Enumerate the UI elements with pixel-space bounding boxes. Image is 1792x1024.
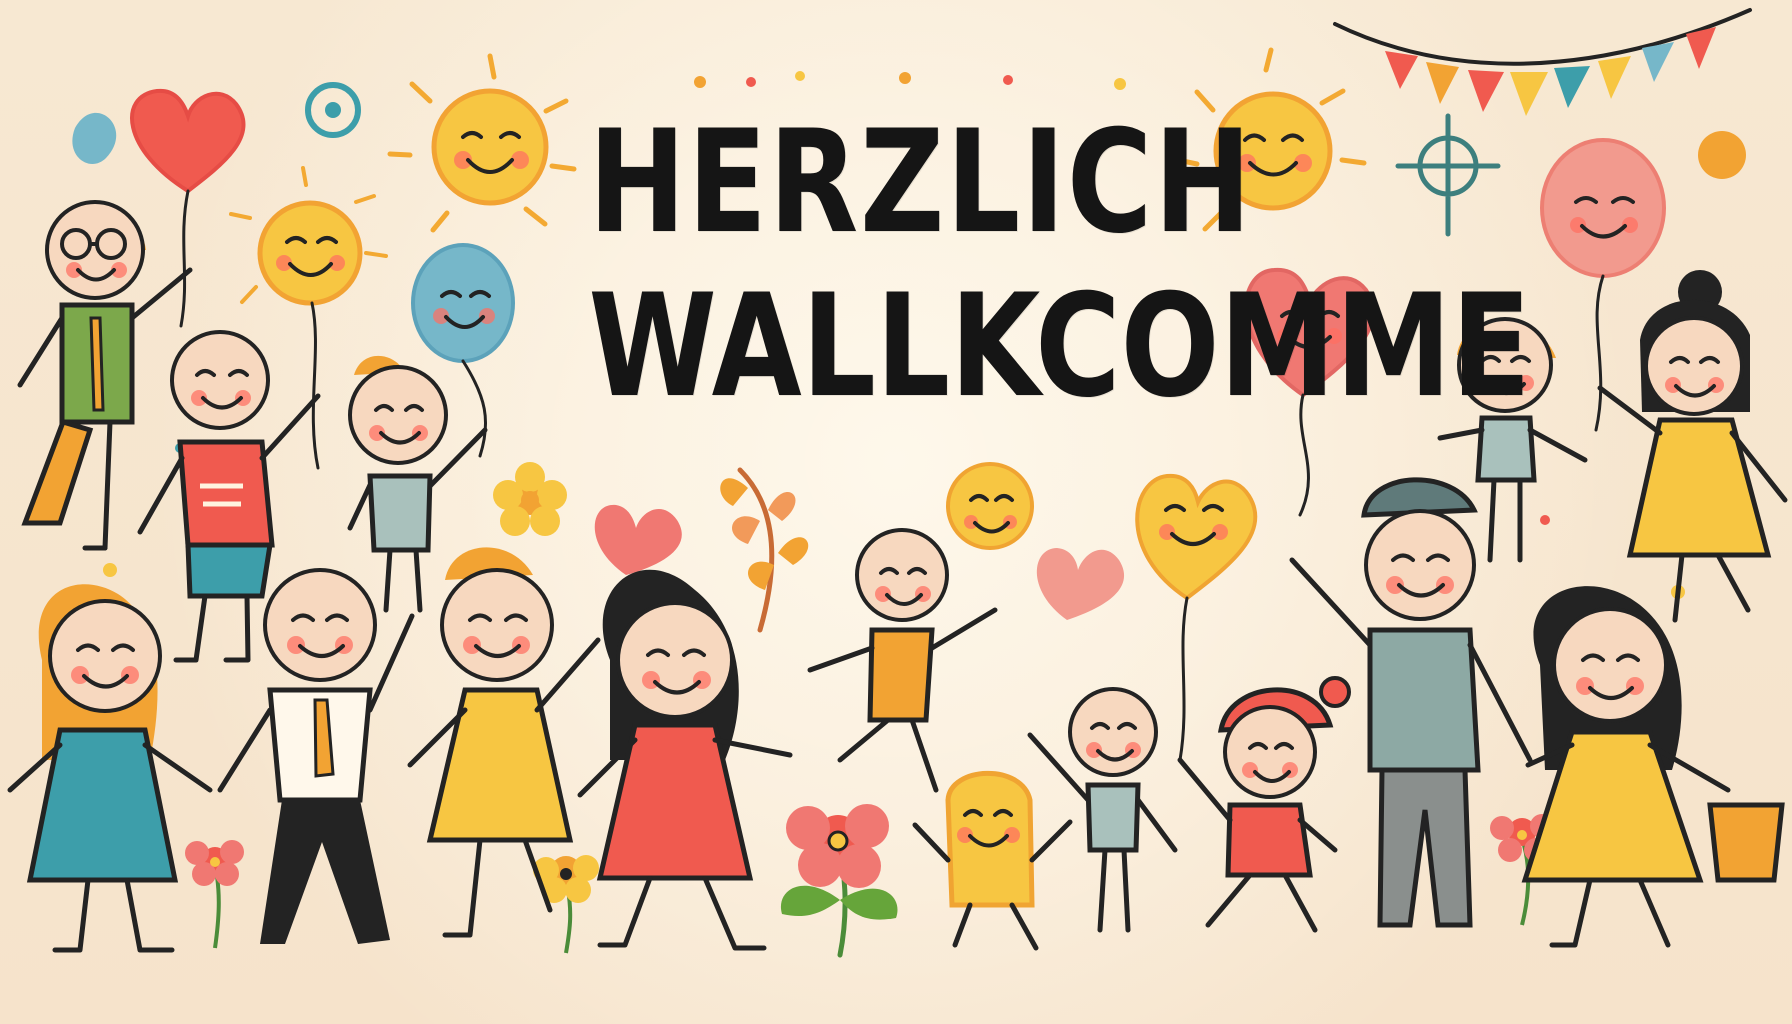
welcome-heading: HERZLICH WALLKCOMME: [588, 100, 1531, 429]
child-red-hat: [1177, 676, 1351, 933]
flower-yellow-small: [493, 462, 567, 536]
flag-red: [1686, 27, 1716, 69]
person-glasses: [17, 200, 193, 551]
flag-red: [1385, 51, 1418, 89]
heart-left: [594, 504, 682, 575]
flag-red: [1468, 70, 1504, 112]
flag-teal: [1554, 66, 1590, 108]
girl-blue-dress: [7, 584, 213, 953]
leafy-branch: [720, 467, 809, 633]
bunting: [1333, 8, 1752, 116]
welcome-heading-line2: WALLKCOMME: [588, 264, 1531, 429]
flag-yellow: [1598, 56, 1631, 99]
girl-black-hair-right: [1521, 586, 1785, 948]
flag-yellow: [1510, 72, 1548, 116]
heart-balloon-left: [130, 88, 246, 328]
flag-blue: [1642, 42, 1674, 82]
flower-red: [780, 804, 898, 958]
illustrated-welcome-card: HERZLICH WALLKCOMME: [0, 0, 1792, 1024]
heart-right: [1036, 548, 1125, 620]
flower-small-left: [185, 840, 244, 949]
sun-top-left: [387, 53, 577, 233]
stick-child: [1027, 687, 1178, 933]
girl-bun-top-right: [1597, 270, 1788, 623]
yellow-creature: [912, 770, 1073, 951]
flag-orange: [1426, 62, 1459, 104]
flower-yellow-bottom: [533, 855, 599, 954]
child-yellow: [807, 462, 1034, 793]
welcome-heading-line1: HERZLICH: [588, 100, 1254, 265]
